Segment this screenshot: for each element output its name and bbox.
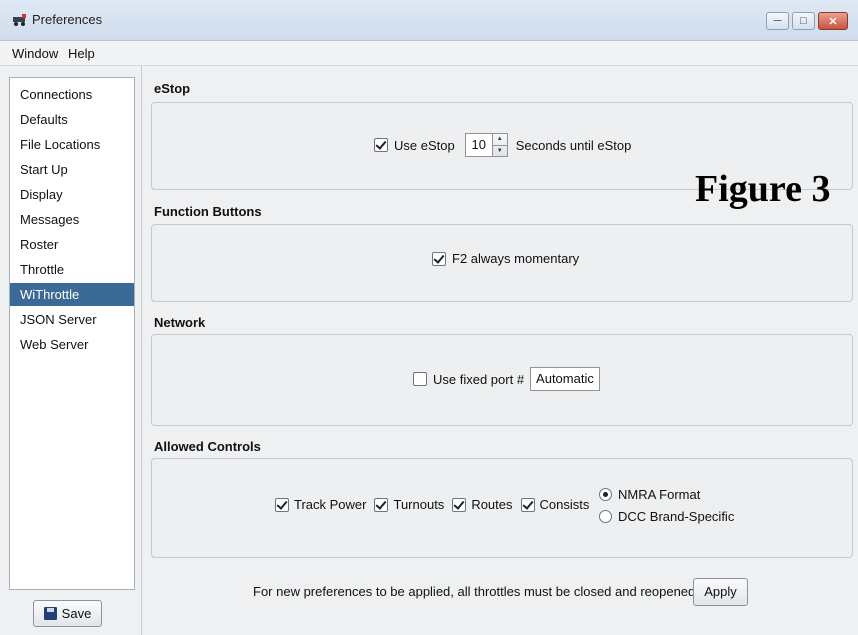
use-estop-label: Use eStop — [394, 137, 455, 153]
fixed-port-row: Use fixed port # Automatic — [413, 367, 600, 391]
spinner-arrows[interactable]: ▲ ▼ — [491, 134, 507, 157]
sidebar-item-messages[interactable]: Messages — [10, 208, 134, 231]
sidebar-item-json-server[interactable]: JSON Server — [10, 308, 134, 331]
window-title: Preferences — [32, 12, 103, 27]
function-buttons-panel: F2 always momentary — [151, 224, 853, 302]
estop-row: Use eStop 10 ▲ ▼ Seconds until eStop — [374, 133, 631, 157]
nmra-format-radio[interactable] — [599, 488, 612, 501]
sidebar-item-web-server[interactable]: Web Server — [10, 333, 134, 356]
estop-section-title: eStop — [154, 81, 191, 96]
f2-momentary-checkbox[interactable] — [432, 251, 446, 266]
network-section-title: Network — [154, 315, 206, 330]
use-estop-checkbox[interactable] — [374, 138, 388, 152]
allowed-controls-row: Track Power Turnouts Routes Consists — [275, 497, 589, 512]
spinner-up-icon[interactable]: ▲ — [492, 134, 507, 146]
save-button[interactable]: Save — [33, 600, 102, 627]
minimize-icon: ─ — [773, 15, 782, 27]
nmra-format-row: NMRA Format — [599, 487, 700, 502]
estop-seconds-value[interactable]: 10 — [466, 134, 492, 156]
allowed-controls-panel: Track Power Turnouts Routes Consists NMR… — [151, 458, 853, 558]
sidebar-item-withrottle[interactable]: WiThrottle — [10, 283, 134, 306]
title-bar: Preferences ─ □ ✕ — [0, 0, 858, 41]
allowed-controls-section-title: Allowed Controls — [154, 439, 261, 454]
track-power-checkbox[interactable] — [275, 497, 289, 512]
fixed-port-label: Use fixed port # — [433, 371, 525, 387]
sidebar-item-connections[interactable]: Connections — [10, 83, 134, 106]
menu-window[interactable]: Window — [12, 46, 58, 61]
nmra-format-label: NMRA Format — [618, 487, 701, 502]
f2-row: F2 always momentary — [432, 251, 579, 266]
preferences-category-list: Connections Defaults File Locations Star… — [9, 77, 135, 590]
sidebar-item-file-locations[interactable]: File Locations — [10, 133, 134, 156]
dcc-brand-label: DCC Brand-Specific — [618, 509, 735, 524]
sidebar-item-start-up[interactable]: Start Up — [10, 158, 134, 181]
estop-panel: Use eStop 10 ▲ ▼ Seconds until eStop Fig… — [151, 102, 853, 210]
apply-note: For new preferences to be applied, all t… — [253, 584, 699, 599]
withrottle-preferences-panel: eStop Use eStop 10 ▲ ▼ Seconds until eSt… — [141, 66, 858, 635]
turnouts-checkbox[interactable] — [374, 497, 389, 512]
port-field[interactable]: Automatic — [530, 367, 600, 391]
function-buttons-section-title: Function Buttons — [154, 204, 262, 219]
estop-seconds-spinner[interactable]: 10 ▲ ▼ — [464, 133, 508, 157]
seconds-until-estop-label: Seconds until eStop — [515, 137, 632, 153]
menu-help[interactable]: Help — [68, 46, 95, 61]
figure-label: Figure 3 — [695, 168, 831, 210]
save-label: Save — [61, 606, 92, 621]
sidebar-item-roster[interactable]: Roster — [10, 233, 134, 256]
spinner-down-icon[interactable]: ▼ — [493, 146, 507, 157]
apply-button[interactable]: Apply — [693, 578, 748, 606]
maximize-button[interactable]: □ — [792, 12, 815, 30]
floppy-disk-icon — [43, 607, 57, 620]
network-panel: Use fixed port # Automatic — [151, 334, 853, 426]
minimize-button[interactable]: ─ — [766, 12, 789, 30]
dcc-brand-radio[interactable] — [599, 510, 612, 523]
track-power-label: Track Power — [294, 497, 367, 512]
routes-label: Routes — [471, 497, 513, 512]
consists-checkbox[interactable] — [520, 497, 535, 512]
maximize-icon: □ — [800, 15, 807, 27]
menu-bar: Window Help — [0, 41, 858, 66]
sidebar-item-display[interactable]: Display — [10, 183, 134, 206]
turnouts-label: Turnouts — [393, 497, 445, 512]
preferences-window: Preferences ─ □ ✕ Window Help Connection… — [0, 0, 858, 635]
sidebar-item-throttle[interactable]: Throttle — [10, 258, 134, 281]
fixed-port-checkbox[interactable] — [413, 372, 427, 386]
consists-label: Consists — [539, 497, 590, 512]
close-icon: ✕ — [828, 15, 838, 28]
app-icon — [13, 14, 26, 26]
routes-checkbox[interactable] — [452, 497, 467, 512]
close-button[interactable]: ✕ — [818, 12, 848, 30]
sidebar-item-defaults[interactable]: Defaults — [10, 108, 134, 131]
dcc-brand-row: DCC Brand-Specific — [599, 509, 734, 524]
f2-momentary-label: F2 always momentary — [452, 251, 580, 266]
